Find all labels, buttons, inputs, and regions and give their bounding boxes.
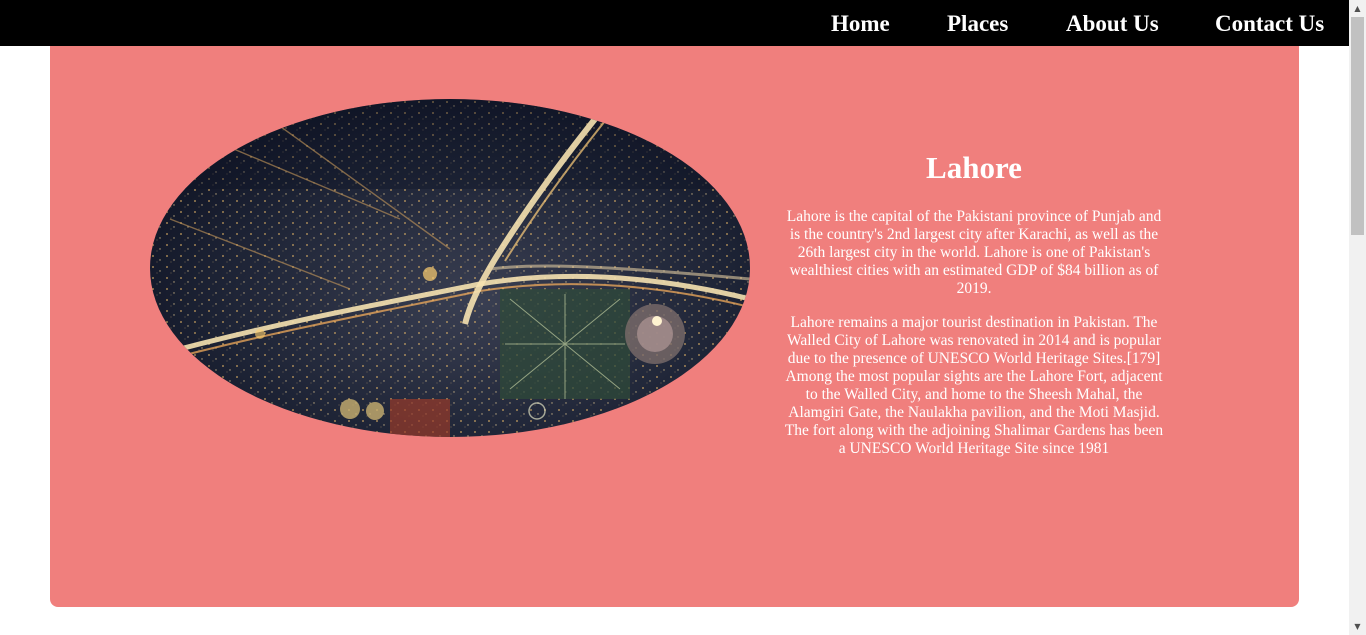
city-night-aerial-image [150,99,750,437]
nav-link-places[interactable]: Places [947,10,1008,38]
nav-link-contact-us[interactable]: Contact Us [1215,10,1324,38]
nav-link-home[interactable]: Home [831,10,890,38]
top-navbar: Home Places About Us Contact Us [0,0,1349,46]
city-paragraph-overview: Lahore is the capital of the Pakistani p… [786,208,1162,297]
city-title: Lahore [926,150,1022,185]
vertical-scrollbar[interactable]: ▲ ▼ [1349,0,1366,635]
scroll-up-arrow-icon[interactable]: ▲ [1349,0,1366,17]
city-card: Lahore Lahore is the capital of the Paki… [50,46,1299,607]
nav-link-about-us[interactable]: About Us [1066,10,1159,38]
city-paragraph-tourism: Lahore remains a major tourist destinati… [784,314,1164,457]
scroll-down-arrow-icon[interactable]: ▼ [1349,618,1366,635]
scrollbar-thumb[interactable] [1351,17,1364,235]
city-description: Lahore Lahore is the capital of the Paki… [780,150,1168,458]
